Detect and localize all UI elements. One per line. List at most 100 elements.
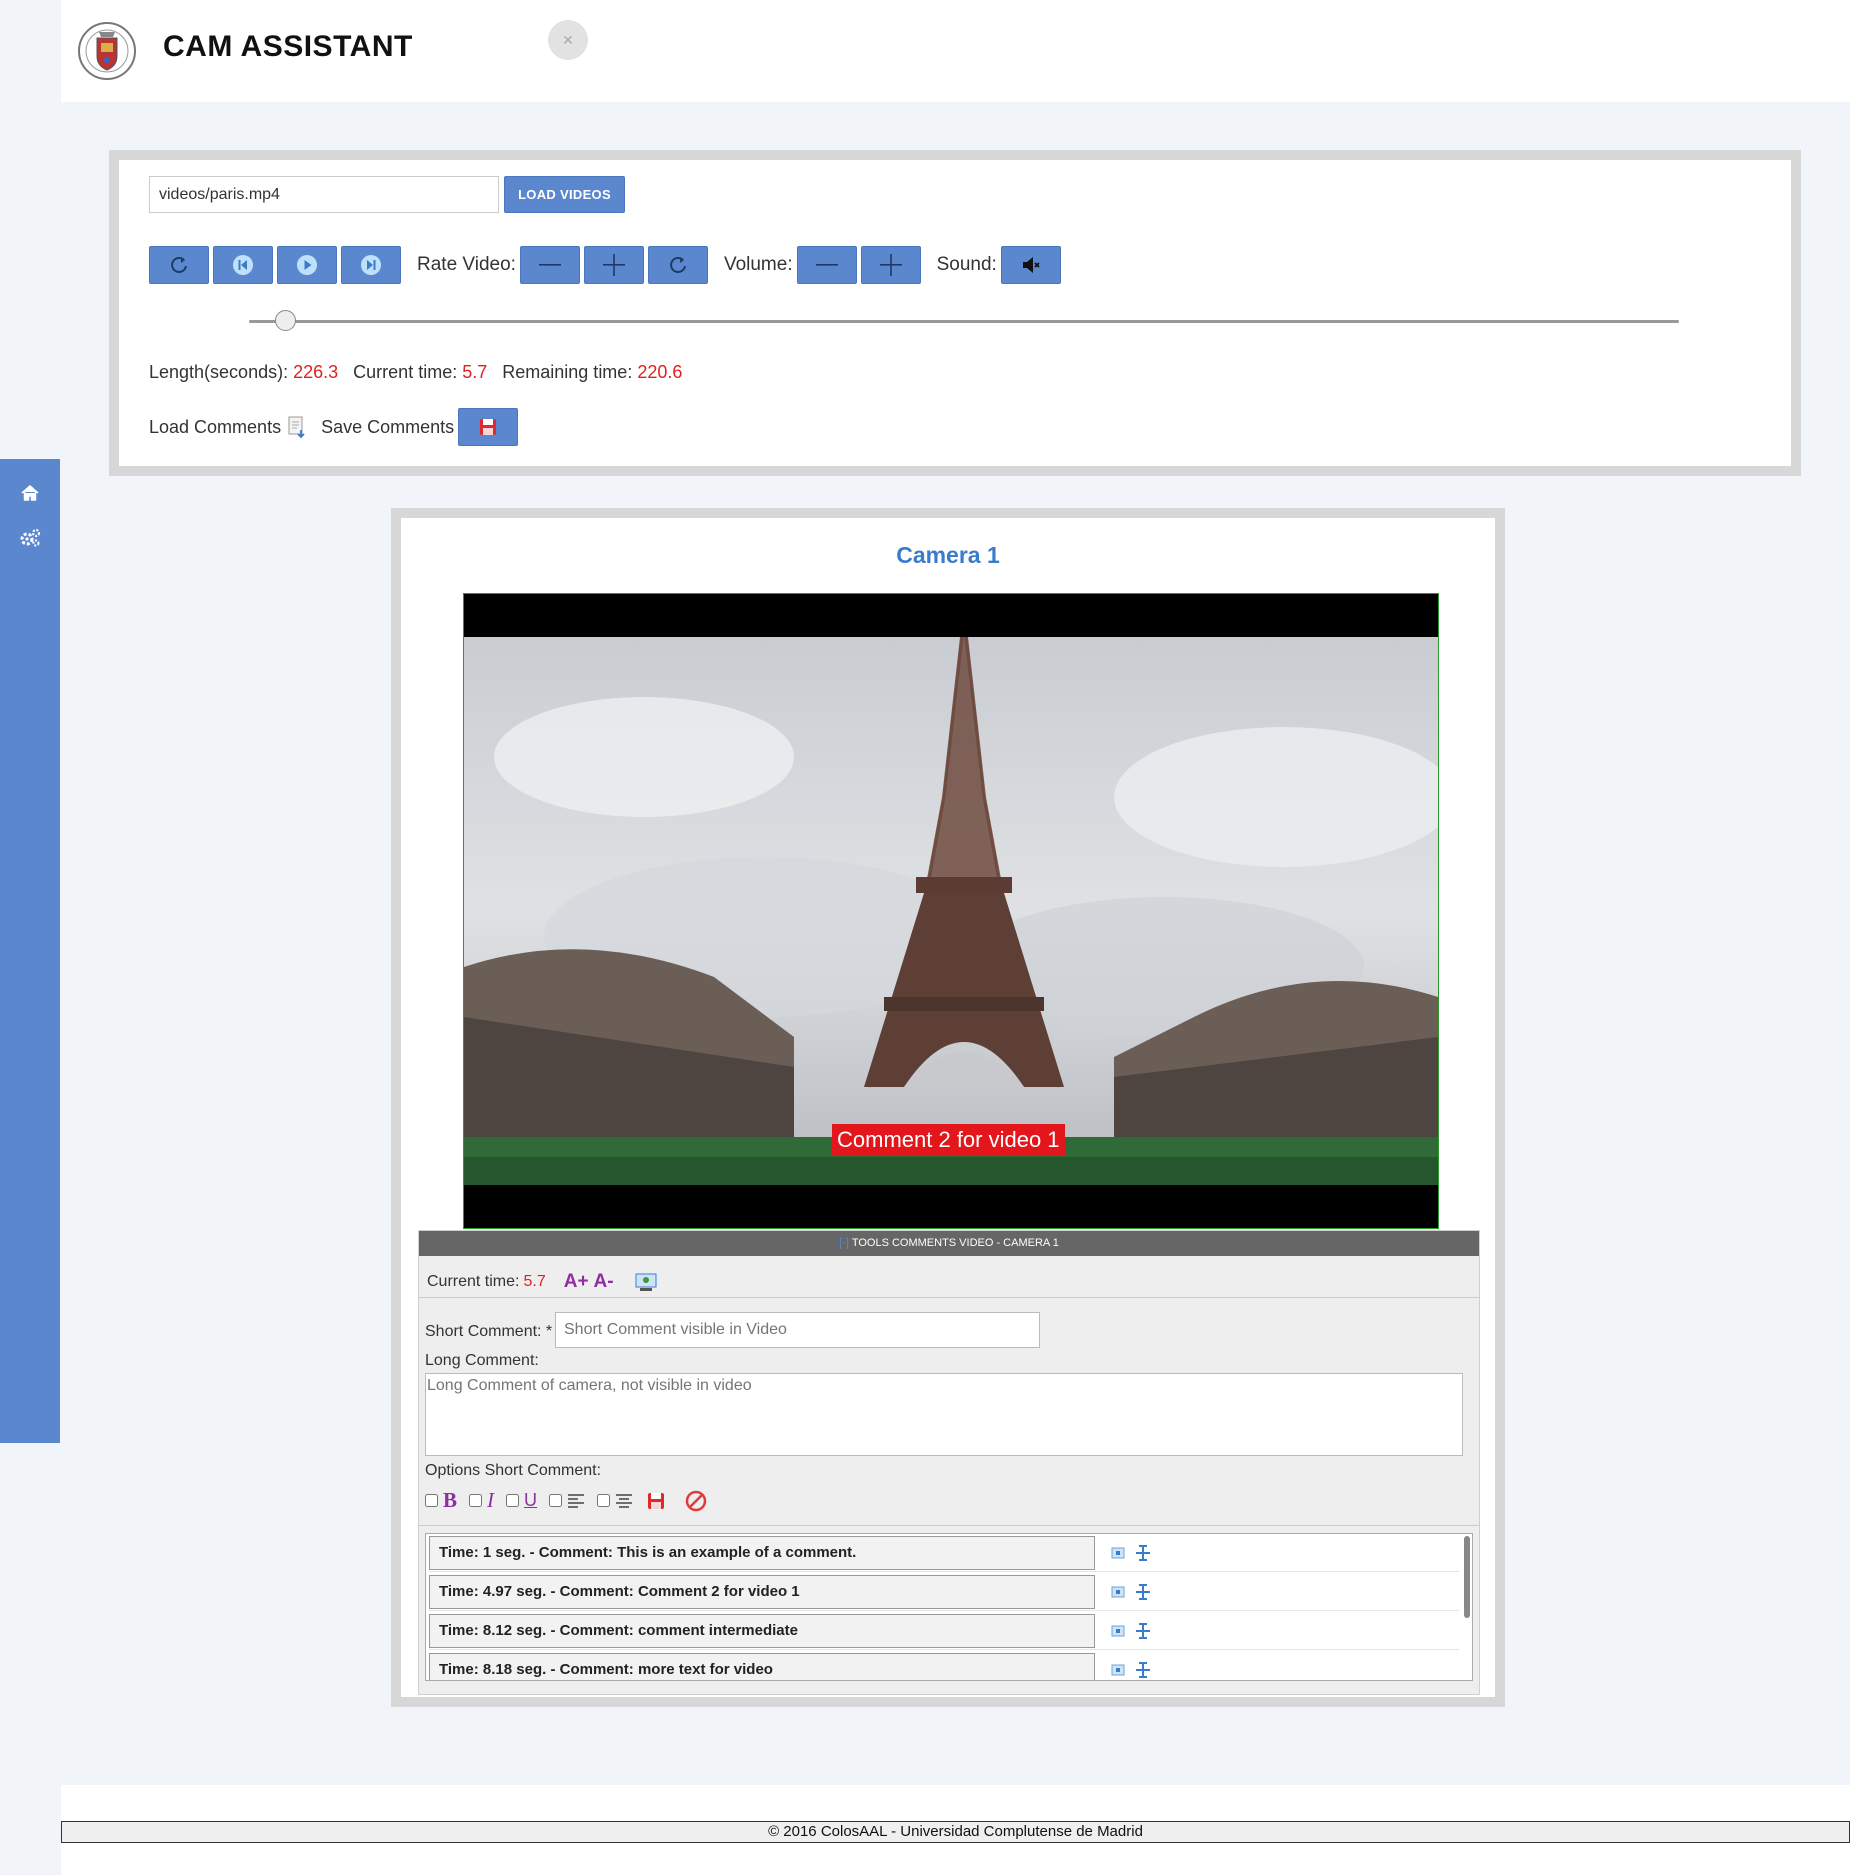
rate-decrease-button[interactable] bbox=[519, 246, 580, 284]
bold-checkbox[interactable] bbox=[425, 1494, 438, 1507]
playback-controls: Rate Video: Volume: Sound: bbox=[149, 245, 1065, 285]
short-comment-options: B I U bbox=[425, 1488, 707, 1513]
volume-increase-button[interactable] bbox=[860, 246, 921, 284]
university-seal-logo bbox=[77, 16, 137, 86]
seek-slider[interactable] bbox=[249, 310, 1679, 331]
italic-checkbox[interactable] bbox=[469, 1494, 483, 1507]
current-time-value: 5.7 bbox=[462, 362, 488, 382]
volume-decrease-button[interactable] bbox=[796, 246, 857, 284]
cut-icon[interactable] bbox=[1135, 1662, 1151, 1680]
video-path-input[interactable] bbox=[149, 176, 499, 213]
sidebar bbox=[0, 459, 60, 1443]
remaining-time-value: 220.6 bbox=[637, 362, 683, 382]
remaining-time-label: Remaining time: bbox=[502, 362, 633, 382]
plus-icon bbox=[602, 254, 625, 276]
home-icon[interactable] bbox=[18, 481, 42, 505]
align-center-icon bbox=[615, 1493, 633, 1509]
edit-icon[interactable] bbox=[1111, 1663, 1125, 1680]
reload-button[interactable] bbox=[149, 246, 209, 284]
rate-video-label: Rate Video: bbox=[417, 254, 516, 275]
comment-text[interactable]: Time: 8.18 seg. - Comment: more text for… bbox=[429, 1653, 1095, 1680]
minus-icon bbox=[538, 264, 561, 266]
comment-text[interactable]: Time: 1 seg. - Comment: This is an examp… bbox=[429, 1536, 1095, 1570]
short-comment-label: Short Comment: * bbox=[425, 1323, 553, 1340]
align-left-icon bbox=[567, 1493, 585, 1509]
length-label: Length(seconds): bbox=[149, 362, 289, 382]
comment-row: Time: 1 seg. - Comment: This is an examp… bbox=[429, 1534, 1459, 1572]
seek-handle[interactable] bbox=[274, 310, 296, 331]
play-button[interactable] bbox=[277, 246, 337, 284]
speaker-mute-icon bbox=[1022, 257, 1040, 273]
load-file-icon[interactable] bbox=[287, 416, 307, 438]
camera-panel: Camera 1 Comment 2 for video 1 [-] TOOLS… bbox=[391, 508, 1505, 1707]
play-icon bbox=[297, 255, 317, 275]
comment-list: Time: 1 seg. - Comment: This is an examp… bbox=[425, 1533, 1473, 1681]
next-button[interactable] bbox=[341, 246, 401, 284]
cut-icon[interactable] bbox=[1135, 1545, 1151, 1566]
current-time-label: Current time: bbox=[353, 362, 458, 382]
short-comment-input[interactable] bbox=[555, 1312, 1040, 1348]
video-overlay-comment: Comment 2 for video 1 bbox=[832, 1124, 1065, 1156]
reload-icon bbox=[171, 257, 187, 273]
cut-icon[interactable] bbox=[1135, 1623, 1151, 1644]
tools-title-bar[interactable]: [-] TOOLS COMMENTS VIDEO - CAMERA 1 bbox=[419, 1231, 1479, 1256]
underline-checkbox[interactable] bbox=[506, 1494, 520, 1507]
align-center-checkbox[interactable] bbox=[597, 1494, 611, 1507]
comment-row: Time: 4.97 seg. - Comment: Comment 2 for… bbox=[429, 1573, 1459, 1611]
floppy-disk-icon bbox=[480, 419, 497, 435]
mute-button[interactable] bbox=[1000, 246, 1061, 284]
comment-tools-panel: [-] TOOLS COMMENTS VIDEO - CAMERA 1 Curr… bbox=[418, 1230, 1480, 1695]
align-left-checkbox[interactable] bbox=[549, 1494, 563, 1507]
skip-back-icon bbox=[233, 255, 253, 275]
edit-icon[interactable] bbox=[1111, 1546, 1125, 1565]
app-header: CAM ASSISTANT ✕ bbox=[61, 0, 1850, 102]
save-comments-button[interactable] bbox=[458, 408, 519, 446]
options-label: Options Short Comment: bbox=[425, 1462, 602, 1479]
font-decrease-button[interactable]: A- bbox=[594, 1271, 614, 1293]
reload-icon bbox=[670, 257, 686, 273]
cancel-icon[interactable] bbox=[685, 1490, 707, 1512]
comment-row: Time: 8.18 seg. - Comment: more text for… bbox=[429, 1651, 1459, 1680]
divider bbox=[419, 1297, 1479, 1298]
font-increase-button[interactable]: A+ bbox=[564, 1271, 589, 1293]
cut-icon[interactable] bbox=[1135, 1584, 1151, 1605]
comment-text[interactable]: Time: 8.12 seg. - Comment: comment inter… bbox=[429, 1614, 1095, 1648]
comments-file-row: Load Comments Save Comments bbox=[149, 408, 519, 446]
previous-button[interactable] bbox=[213, 246, 273, 284]
volume-label: Volume: bbox=[723, 254, 793, 275]
tools-time-row: Current time: 5.7 A+ A- bbox=[427, 1271, 658, 1293]
save-comments-label: Save Comments bbox=[321, 416, 455, 437]
load-comments-label: Load Comments bbox=[149, 416, 282, 437]
tools-title: TOOLS COMMENTS VIDEO - CAMERA 1 bbox=[851, 1237, 1059, 1249]
comment-text[interactable]: Time: 4.97 seg. - Comment: Comment 2 for… bbox=[429, 1575, 1095, 1609]
italic-icon: I bbox=[487, 1488, 495, 1512]
sound-label: Sound: bbox=[936, 254, 997, 275]
rate-reset-button[interactable] bbox=[647, 246, 708, 284]
tools-collapse-toggle[interactable]: [-] bbox=[839, 1237, 849, 1249]
divider bbox=[419, 1525, 1479, 1526]
player-controls-panel: LOAD VIDEOS Rate Video: Volume: bbox=[109, 150, 1801, 476]
long-comment-label: Long Comment: bbox=[425, 1352, 539, 1369]
bold-icon: B bbox=[443, 1488, 458, 1512]
tools-current-time-label: Current time: bbox=[427, 1273, 520, 1290]
save-comment-icon[interactable] bbox=[647, 1492, 665, 1510]
skip-forward-icon bbox=[361, 255, 381, 275]
time-info: Length(seconds): 226.3 Current time: 5.7… bbox=[149, 362, 682, 383]
tools-current-time-value: 5.7 bbox=[523, 1273, 546, 1290]
expand-icon[interactable]: ✕ bbox=[548, 20, 588, 60]
app-title: CAM ASSISTANT bbox=[163, 30, 413, 63]
screenshot-icon[interactable] bbox=[634, 1272, 658, 1292]
camera-title: Camera 1 bbox=[896, 542, 1000, 568]
gears-icon[interactable] bbox=[18, 526, 42, 550]
video-player[interactable]: Comment 2 for video 1 bbox=[463, 593, 1439, 1229]
minus-icon bbox=[815, 264, 838, 266]
comment-row: Time: 8.12 seg. - Comment: comment inter… bbox=[429, 1612, 1459, 1650]
edit-icon[interactable] bbox=[1111, 1624, 1125, 1643]
load-videos-button[interactable]: LOAD VIDEOS bbox=[504, 176, 625, 213]
plus-icon bbox=[879, 254, 902, 276]
comment-list-scrollbar[interactable] bbox=[1464, 1536, 1470, 1618]
length-value: 226.3 bbox=[293, 362, 339, 382]
long-comment-textarea[interactable] bbox=[425, 1373, 1463, 1456]
edit-icon[interactable] bbox=[1111, 1585, 1125, 1604]
rate-increase-button[interactable] bbox=[583, 246, 644, 284]
